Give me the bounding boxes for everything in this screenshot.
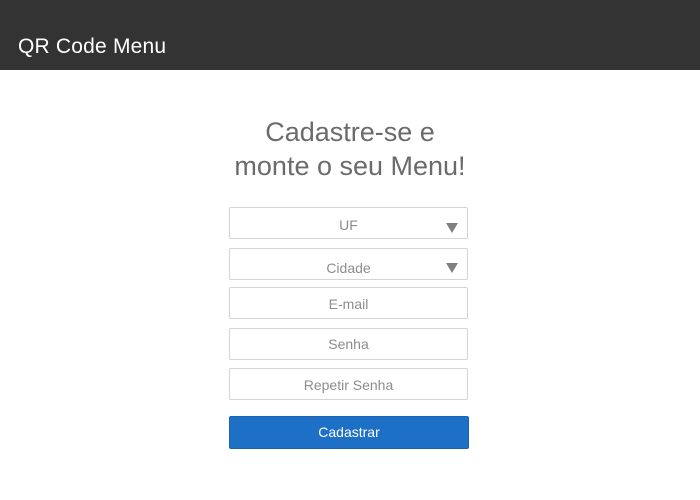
password-field[interactable]: Senha	[229, 328, 468, 360]
chevron-down-icon	[446, 263, 458, 273]
cidade-select-value: Cidade	[326, 260, 371, 276]
chevron-down-icon	[446, 223, 458, 233]
uf-select-value: UF	[339, 217, 358, 233]
page-title-line-2: monte o seu Menu!	[234, 151, 466, 181]
email-placeholder: E-mail	[328, 296, 369, 312]
password-placeholder: Senha	[328, 336, 369, 352]
cidade-select[interactable]: Cidade	[229, 248, 468, 280]
register-button[interactable]: Cadastrar	[229, 416, 469, 449]
page-title-line-1: Cadastre-se e	[265, 117, 435, 147]
email-field[interactable]: E-mail	[229, 287, 468, 319]
page-title: Cadastre-se e monte o seu Menu!	[200, 115, 500, 183]
app-header: QR Code Menu	[0, 0, 700, 70]
uf-select[interactable]: UF	[229, 207, 468, 239]
app-title: QR Code Menu	[18, 35, 167, 58]
repeat-password-field[interactable]: Repetir Senha	[229, 368, 468, 400]
repeat-password-placeholder: Repetir Senha	[303, 377, 394, 393]
